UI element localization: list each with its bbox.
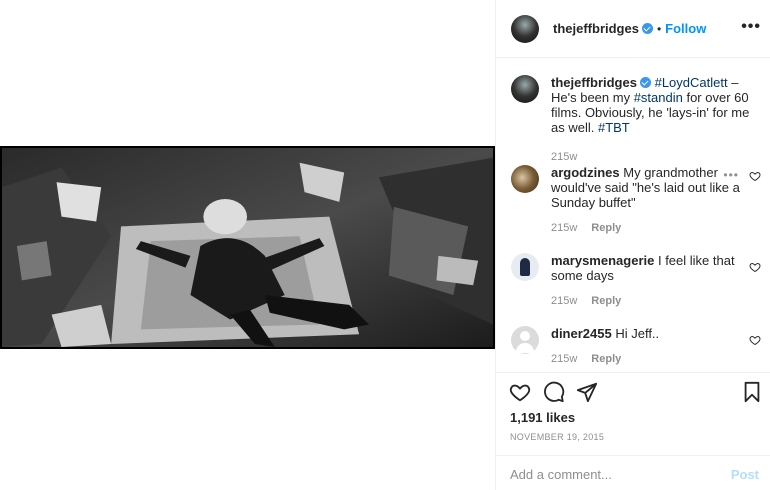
comment-time[interactable]: 215w	[551, 353, 577, 365]
commenter-avatar[interactable]	[511, 326, 539, 354]
author-username[interactable]: thejeffbridges	[553, 21, 639, 36]
comment-meta: 215w Reply	[551, 352, 741, 367]
more-icon[interactable]: •••	[741, 18, 761, 36]
comment-body: argodzines My grandmother would've said …	[551, 165, 741, 236]
post-header: thejeffbridges • Follow •••	[496, 0, 770, 58]
comment-meta: 215w Reply	[551, 221, 741, 236]
comment-icon[interactable]	[543, 381, 565, 403]
comment-body: diner2455 Hi Jeff.. 215w Reply	[551, 326, 741, 367]
reply-button[interactable]: Reply	[591, 222, 621, 234]
reply-button[interactable]: Reply	[591, 353, 621, 365]
caption-meta: 215w	[551, 150, 766, 165]
action-bar: 1,191 likes NOVEMBER 19, 2015	[496, 372, 770, 450]
comment-username[interactable]: argodzines	[551, 165, 620, 180]
heart-icon[interactable]	[749, 334, 761, 346]
verified-icon	[639, 77, 651, 88]
comment-username[interactable]: diner2455	[551, 326, 612, 341]
post-date[interactable]: NOVEMBER 19, 2015	[510, 432, 604, 442]
share-icon[interactable]	[576, 381, 598, 403]
post-sidebar: thejeffbridges • Follow ••• thejeffbridg…	[495, 0, 770, 490]
hashtag-link[interactable]: #TBT	[598, 120, 630, 135]
post-button[interactable]: Post	[731, 467, 759, 482]
follow-button[interactable]: Follow	[665, 21, 706, 36]
likes-count[interactable]: 1,191 likes	[510, 410, 575, 425]
hashtag-link[interactable]: #standin	[634, 90, 683, 105]
post-photo[interactable]	[0, 146, 495, 349]
commenter-avatar[interactable]	[511, 253, 539, 281]
comment-username[interactable]: marysmenagerie	[551, 253, 654, 268]
post-photo-image	[2, 148, 493, 347]
caption-username[interactable]: thejeffbridges	[551, 75, 637, 90]
comment-text: Hi Jeff..	[615, 326, 660, 341]
bookmark-icon[interactable]	[741, 381, 763, 403]
caption-time[interactable]: 215w	[551, 151, 577, 163]
reply-button[interactable]: Reply	[591, 295, 621, 307]
comment-meta: 215w Reply	[551, 294, 741, 309]
author-avatar[interactable]	[511, 14, 539, 43]
comment-composer: Post	[496, 455, 770, 490]
verified-icon	[641, 23, 653, 34]
hashtag-link[interactable]: #LoydCatlett	[655, 75, 728, 90]
comment-body: marysmenagerie I feel like that some day…	[551, 253, 741, 309]
caption-body: thejeffbridges #LoydCatlett – He's been …	[551, 75, 766, 165]
heart-icon[interactable]	[749, 170, 761, 182]
comment-more-icon[interactable]: •••	[723, 168, 739, 182]
caption-avatar[interactable]	[511, 75, 539, 103]
like-heart-icon[interactable]	[509, 381, 531, 403]
comments-list[interactable]: thejeffbridges #LoydCatlett – He's been …	[496, 59, 770, 372]
comment-time[interactable]: 215w	[551, 295, 577, 307]
comment-time[interactable]: 215w	[551, 222, 577, 234]
separator: •	[656, 21, 662, 36]
comment-input[interactable]	[510, 465, 710, 483]
heart-icon[interactable]	[749, 261, 761, 273]
commenter-avatar[interactable]	[511, 165, 539, 193]
media-pane	[0, 0, 495, 490]
